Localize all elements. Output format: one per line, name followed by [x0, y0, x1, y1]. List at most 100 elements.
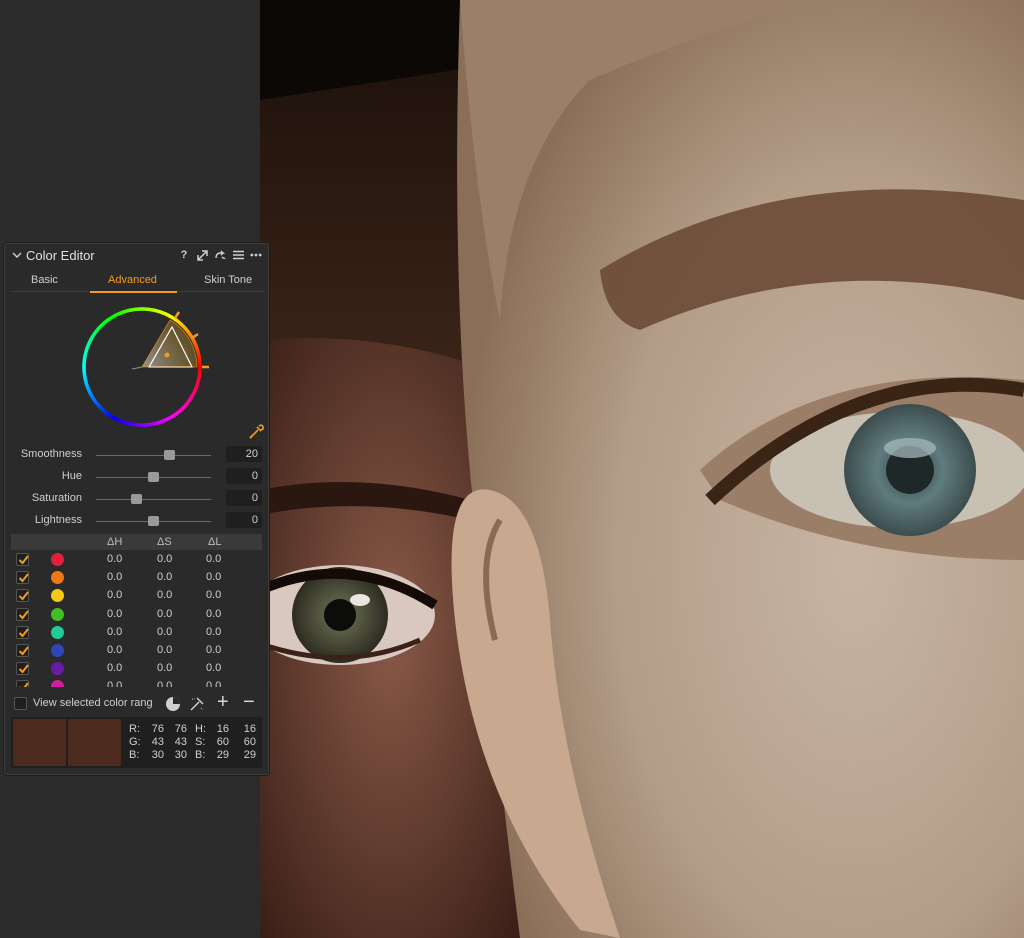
delta-lightness-value: 0.0	[206, 680, 222, 687]
view-selected-label: View selected color rang	[33, 697, 153, 709]
slider-value-field[interactable]: 20	[226, 446, 262, 462]
color-swatch-dot[interactable]	[50, 661, 65, 677]
row-enable-checkbox[interactable]	[16, 625, 29, 639]
delta-saturation-value: 0.0	[157, 625, 173, 638]
panel-header[interactable]: Color Editor ?	[5, 244, 268, 268]
col-delta-saturation: ΔS	[157, 536, 172, 548]
row-enable-checkbox[interactable]	[16, 644, 29, 657]
slider-label: Saturation	[31, 492, 82, 504]
slider-row-lightness: Lightness 0	[5, 512, 270, 530]
row-enable-checkbox[interactable]	[16, 662, 29, 676]
row-enable-checkbox[interactable]	[16, 607, 29, 621]
col-delta-hue: ΔH	[107, 536, 123, 548]
color-range-row[interactable]: 0.0 0.0 0.0	[11, 587, 262, 605]
col-delta-lightness: ΔL	[208, 536, 222, 548]
before-swatch	[13, 719, 66, 766]
plus-icon[interactable]: +	[217, 691, 229, 714]
color-editor-panel: Color Editor ? Basic Advanced Skin Tone	[4, 243, 269, 775]
slider-value-field[interactable]: 0	[226, 512, 262, 528]
rgb-labels: R: G: B:	[129, 723, 141, 761]
view-selected-checkbox[interactable]	[14, 697, 27, 710]
color-picker-icon[interactable]	[248, 424, 264, 440]
collapse-chevron-icon[interactable]	[11, 249, 23, 261]
after-swatch	[68, 719, 121, 766]
color-swatch-dot[interactable]	[50, 643, 65, 658]
tab-basic[interactable]: Basic	[31, 274, 58, 286]
tab-skin-tone[interactable]: Skin Tone	[204, 274, 252, 286]
slider-label: Lightness	[34, 514, 82, 526]
slider-value-field[interactable]: 0	[226, 490, 262, 506]
slider-row-smoothness: Smoothness 20	[5, 446, 270, 464]
delta-hue-value: 0.0	[107, 589, 123, 602]
range-center-handle[interactable]	[164, 352, 170, 358]
color-readout: R: G: B: 76 43 30 76 43 30 H: S: B: 16 60 29 16 60 2…	[11, 717, 262, 768]
color-range-row[interactable]: 0.0 0.0 0.0	[11, 569, 262, 587]
delta-saturation-value: 0.0	[157, 662, 173, 675]
app-window: Color Editor ? Basic Advanced Skin Tone	[0, 0, 1024, 938]
range-handle-mid[interactable]	[191, 332, 199, 340]
color-table-header: ΔH ΔS ΔL	[11, 534, 262, 550]
color-range-row[interactable]: 0.0 0.0 0.0	[11, 624, 262, 642]
delta-saturation-value: 0.0	[157, 607, 173, 620]
row-enable-checkbox[interactable]	[16, 571, 29, 585]
slider-label: Hue	[61, 470, 82, 482]
presets-menu-icon[interactable]	[232, 248, 244, 262]
more-icon[interactable]	[250, 248, 262, 262]
slider-row-saturation: Saturation 0	[5, 490, 270, 508]
color-range-row[interactable]: 0.0 0.0 0.0	[11, 606, 262, 624]
color-range-row[interactable]: 0.0 0.0 0.0	[11, 551, 262, 569]
color-range-list[interactable]: 0.0 0.0 0.0 0.0 0.0 0.0 0.0 0.0 0.0 0.0 0.0 0.0 0.0 0…	[11, 551, 262, 687]
slider-value-field[interactable]: 0	[226, 468, 262, 484]
delta-saturation-value: 0.0	[157, 553, 173, 565]
tab-advanced[interactable]: Advanced	[108, 274, 157, 286]
image-viewer[interactable]	[260, 0, 1024, 938]
minus-icon[interactable]: −	[243, 691, 255, 714]
color-swatch-dot[interactable]	[50, 679, 65, 687]
delta-saturation-value: 0.0	[157, 680, 173, 687]
delta-lightness-value: 0.0	[206, 644, 222, 656]
photo-canvas[interactable]	[260, 0, 1024, 938]
delta-lightness-value: 0.0	[206, 589, 222, 602]
rgb-values-before: 76 43 30	[151, 723, 164, 761]
delta-lightness-value: 0.0	[206, 571, 222, 584]
color-wheel[interactable]	[72, 302, 212, 432]
row-enable-checkbox[interactable]	[16, 553, 29, 566]
panel-title: Color Editor	[26, 248, 95, 263]
reset-icon[interactable]	[214, 248, 226, 262]
color-range-row[interactable]: 0.0 0.0 0.0	[11, 660, 262, 678]
color-range-icon[interactable]	[165, 696, 181, 712]
slider-knob[interactable]	[130, 494, 142, 504]
view-selected-row: View selected color rang + −	[11, 691, 262, 713]
delta-saturation-value: 0.0	[157, 571, 173, 584]
delta-saturation-value: 0.0	[157, 644, 173, 656]
row-enable-checkbox[interactable]	[16, 589, 29, 603]
delta-hue-value: 0.0	[107, 553, 123, 565]
active-tab-indicator	[90, 291, 177, 293]
range-handle-inner[interactable]	[173, 311, 181, 319]
help-icon[interactable]: ?	[178, 248, 190, 262]
slider-knob[interactable]	[164, 450, 176, 460]
slider-knob[interactable]	[148, 516, 159, 526]
row-enable-checkbox[interactable]	[16, 680, 29, 687]
slider-track[interactable]	[96, 455, 211, 456]
hsb-values-after: 16 60 29	[243, 723, 256, 761]
delta-hue-value: 0.0	[107, 607, 123, 620]
color-range-row[interactable]: 0.0 0.0 0.0	[11, 678, 262, 687]
color-swatch-dot[interactable]	[50, 570, 65, 586]
color-range-row[interactable]: 0.0 0.0 0.0	[11, 642, 262, 660]
color-swatch-dot[interactable]	[50, 606, 65, 622]
color-swatch-dot[interactable]	[50, 624, 65, 640]
delta-lightness-value: 0.0	[206, 662, 222, 675]
slider-track[interactable]	[96, 499, 211, 500]
color-swatch-dot[interactable]	[50, 552, 65, 567]
expand-icon[interactable]	[196, 248, 208, 262]
slider-knob[interactable]	[148, 472, 159, 482]
delta-hue-value: 0.0	[107, 644, 123, 656]
delta-hue-value: 0.0	[107, 571, 123, 584]
picker-add-icon[interactable]	[189, 696, 205, 712]
hsb-labels: H: S: B:	[195, 723, 206, 761]
color-swatch-dot[interactable]	[50, 588, 65, 604]
delta-hue-value: 0.0	[107, 625, 123, 638]
slider-row-hue: Hue 0	[5, 468, 270, 486]
delta-hue-value: 0.0	[107, 662, 123, 675]
